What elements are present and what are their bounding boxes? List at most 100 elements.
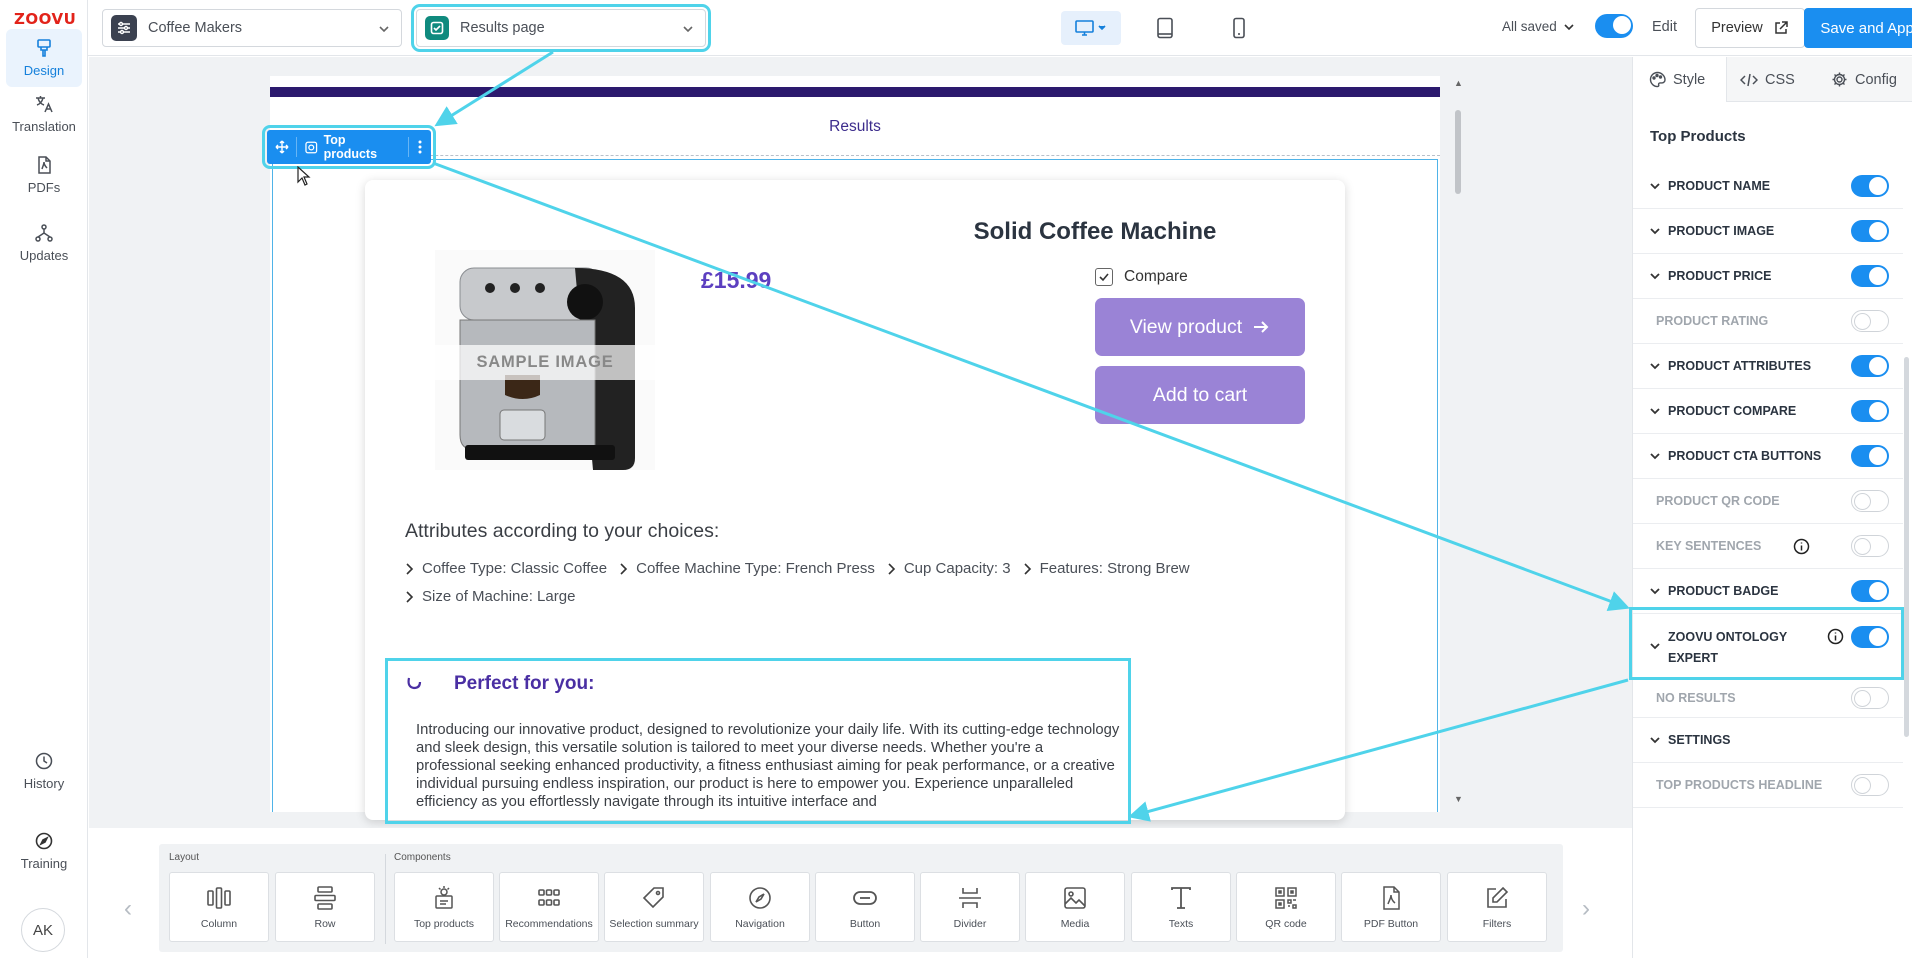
- rail-item-history[interactable]: History: [6, 742, 82, 800]
- move-handle[interactable]: [267, 140, 296, 154]
- component-qr-code[interactable]: QR code: [1236, 872, 1336, 942]
- product-rating-toggle[interactable]: [1851, 310, 1889, 332]
- scroll-right-arrow[interactable]: ›: [1582, 895, 1590, 923]
- scroll-left-arrow[interactable]: ‹: [124, 895, 132, 923]
- setting-label: Settings: [1668, 733, 1731, 747]
- tab-style[interactable]: Style: [1633, 57, 1727, 102]
- rail-item-pdfs[interactable]: PDFs: [6, 146, 82, 204]
- chevron-down-icon[interactable]: [1649, 270, 1661, 282]
- add-to-cart-button[interactable]: Add to cart: [1095, 366, 1305, 424]
- mobile-device-button[interactable]: [1209, 11, 1269, 45]
- component-top-products[interactable]: Top products: [394, 872, 494, 942]
- rail-item-translation[interactable]: Translation: [6, 85, 82, 143]
- edit-toggle[interactable]: [1595, 14, 1633, 38]
- info-icon[interactable]: [1793, 538, 1810, 555]
- setting-row-product-rating[interactable]: Product rating: [1633, 299, 1903, 344]
- scroll-thumb[interactable]: [1455, 110, 1461, 194]
- product-attributes-toggle[interactable]: [1851, 355, 1889, 377]
- block-label[interactable]: Top products: [296, 133, 408, 161]
- component-divider[interactable]: Divider: [920, 872, 1020, 942]
- tab-css[interactable]: CSS: [1740, 57, 1795, 102]
- setting-row-key-sentences[interactable]: Key sentences: [1633, 524, 1903, 569]
- project-select[interactable]: Coffee Makers: [102, 9, 402, 47]
- layout-column[interactable]: Column: [169, 872, 269, 942]
- setting-row-top-products-headline[interactable]: Top products headline: [1633, 763, 1903, 808]
- perfect-for-you-box[interactable]: Perfect for you: Introducing our innovat…: [385, 658, 1131, 824]
- view-product-button[interactable]: View product: [1095, 298, 1305, 356]
- component-button[interactable]: Button: [815, 872, 915, 942]
- rail-item-training[interactable]: Training: [6, 822, 82, 880]
- preview-scrollbar[interactable]: ▲ ▼: [1452, 76, 1464, 812]
- rail-item-label: Translation: [12, 119, 76, 134]
- compare-checkbox[interactable]: Compare: [1095, 268, 1188, 286]
- product-image-toggle[interactable]: [1851, 220, 1889, 242]
- project-select-value: Coffee Makers: [148, 20, 243, 36]
- setting-row-product-compare[interactable]: Product compare: [1633, 389, 1903, 434]
- product-cta-buttons-toggle[interactable]: [1851, 445, 1889, 467]
- setting-label: Product QR code: [1656, 494, 1780, 508]
- save-status-dropdown[interactable]: All saved: [1502, 19, 1575, 34]
- setting-row-no-results[interactable]: No results: [1633, 678, 1903, 718]
- product-price-toggle[interactable]: [1851, 265, 1889, 287]
- chevron-down-icon[interactable]: [1649, 225, 1661, 237]
- setting-row-product-cta-buttons[interactable]: Product CTA buttons: [1633, 434, 1903, 479]
- block-menu-button[interactable]: [407, 137, 431, 157]
- top-products-icon: [435, 885, 453, 909]
- component-pdf-button[interactable]: PDF Button: [1341, 872, 1441, 942]
- key-sentences-toggle[interactable]: [1851, 535, 1889, 557]
- block-toolbar[interactable]: Top products: [262, 125, 436, 169]
- chevron-down-icon[interactable]: [1649, 734, 1661, 746]
- attribute-text: Coffee Machine Type: French Press: [636, 560, 875, 577]
- results-heading[interactable]: Results: [270, 118, 1440, 136]
- component-media[interactable]: Media: [1025, 872, 1125, 942]
- compass-icon: [35, 832, 53, 850]
- tab-label: Config: [1855, 71, 1897, 88]
- setting-row-product-name[interactable]: Product name: [1633, 164, 1903, 209]
- layout-row[interactable]: Row: [275, 872, 375, 942]
- chevron-down-icon[interactable]: [1649, 450, 1661, 462]
- text-icon: [1171, 886, 1191, 909]
- layout-section-label: Layout: [169, 852, 200, 863]
- product-badge-toggle[interactable]: [1851, 580, 1889, 602]
- save-and-apply-button[interactable]: Save and Apply: [1804, 8, 1912, 48]
- preview-button[interactable]: Preview: [1695, 8, 1805, 48]
- component-navigation[interactable]: Navigation: [710, 872, 810, 942]
- avatar[interactable]: AK: [21, 908, 65, 952]
- setting-row-product-qr-code[interactable]: Product QR code: [1633, 479, 1903, 524]
- scroll-down-arrow[interactable]: ▼: [1454, 794, 1463, 804]
- chevron-down-icon[interactable]: [1649, 585, 1661, 597]
- page-select[interactable]: Results page: [411, 4, 711, 52]
- top-products-headline-toggle[interactable]: [1851, 774, 1889, 796]
- rail-item-design[interactable]: Design: [6, 29, 82, 87]
- product-qr-code-toggle[interactable]: [1851, 490, 1889, 512]
- attributes-title: Attributes according to your choices:: [405, 520, 720, 542]
- setting-row-product-price[interactable]: Product price: [1633, 254, 1903, 299]
- sample-image-label: SAMPLE IMAGE: [405, 345, 685, 380]
- component-recommendations[interactable]: Recommendations: [499, 872, 599, 942]
- panel-scrollbar[interactable]: [1904, 357, 1909, 737]
- desktop-device-button[interactable]: [1061, 11, 1121, 45]
- tablet-device-button[interactable]: [1135, 11, 1195, 45]
- component-filters[interactable]: Filters: [1447, 872, 1547, 942]
- setting-row-settings[interactable]: Settings: [1633, 718, 1903, 763]
- product-compare-toggle[interactable]: [1851, 400, 1889, 422]
- desktop-icon: [1075, 20, 1106, 36]
- setting-row-product-image[interactable]: Product image: [1633, 209, 1903, 254]
- grid-icon: [538, 888, 560, 906]
- setting-row-product-attributes[interactable]: Product attributes: [1633, 344, 1903, 389]
- checkbox-checked-icon[interactable]: [1095, 268, 1113, 286]
- no-results-toggle[interactable]: [1851, 687, 1889, 709]
- tab-config[interactable]: Config: [1831, 57, 1897, 102]
- chevron-down-icon[interactable]: [1649, 180, 1661, 192]
- attribute-text: Size of Machine: Large: [422, 588, 576, 605]
- row-icon: [314, 885, 336, 910]
- product-name-toggle[interactable]: [1851, 175, 1889, 197]
- scroll-up-arrow[interactable]: ▲: [1454, 78, 1463, 88]
- chevron-down-icon[interactable]: [1649, 405, 1661, 417]
- rail-item-updates[interactable]: Updates: [6, 214, 82, 272]
- component-selection-summary[interactable]: Selection summary: [604, 872, 704, 942]
- save-button-label: Save and Apply: [1820, 19, 1912, 37]
- component-label: Top products: [413, 917, 475, 930]
- component-texts[interactable]: Texts: [1131, 872, 1231, 942]
- chevron-down-icon[interactable]: [1649, 360, 1661, 372]
